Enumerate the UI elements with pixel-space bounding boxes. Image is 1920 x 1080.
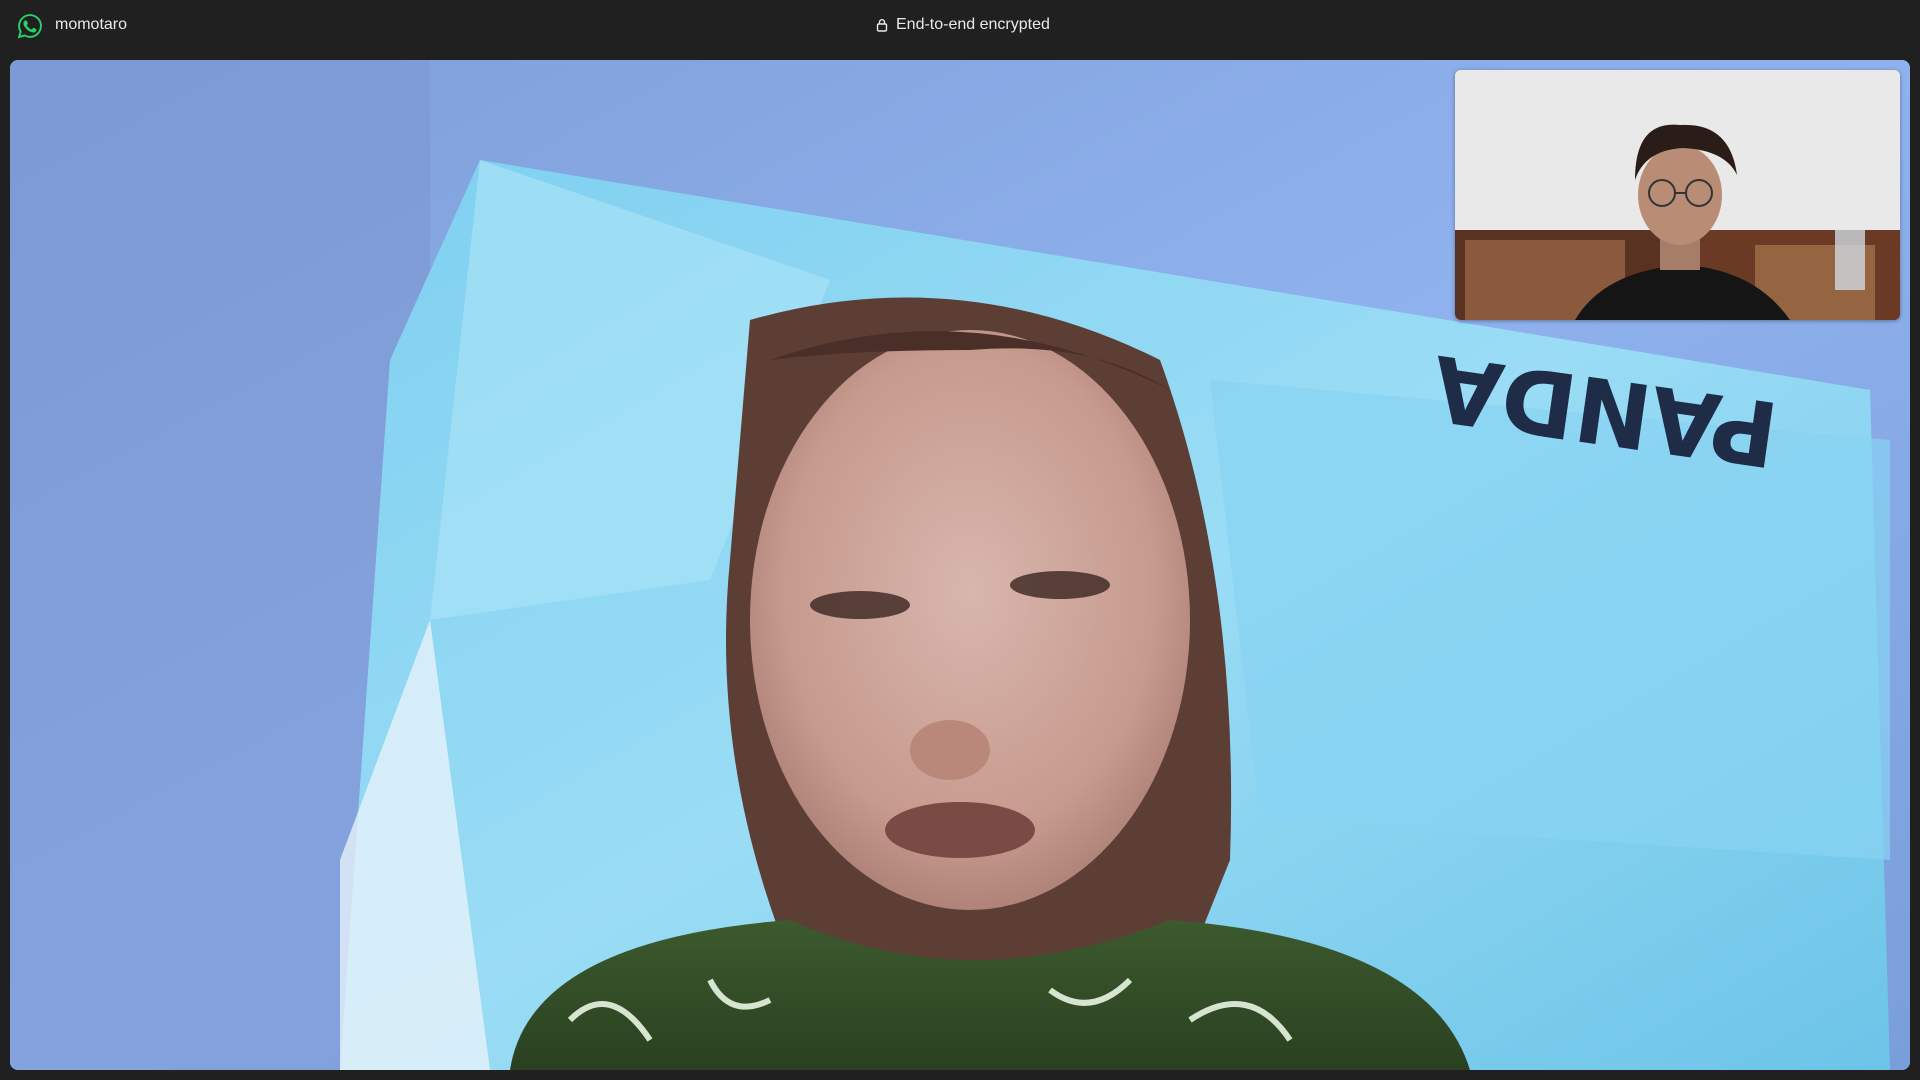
self-camera-preview[interactable] xyxy=(1455,70,1900,320)
lock-icon xyxy=(876,19,888,32)
whatsapp-icon xyxy=(17,14,42,39)
title-bar[interactable]: momotaro End-to-end encrypted xyxy=(0,0,1920,52)
encryption-status: End-to-end encrypted xyxy=(876,15,1050,35)
encryption-label: End-to-end encrypted xyxy=(896,16,1050,33)
self-video xyxy=(1455,70,1900,320)
contact-name: momotaro xyxy=(55,16,128,33)
call-window: momotaro End-to-end encrypted PANDA xyxy=(0,0,1920,1080)
